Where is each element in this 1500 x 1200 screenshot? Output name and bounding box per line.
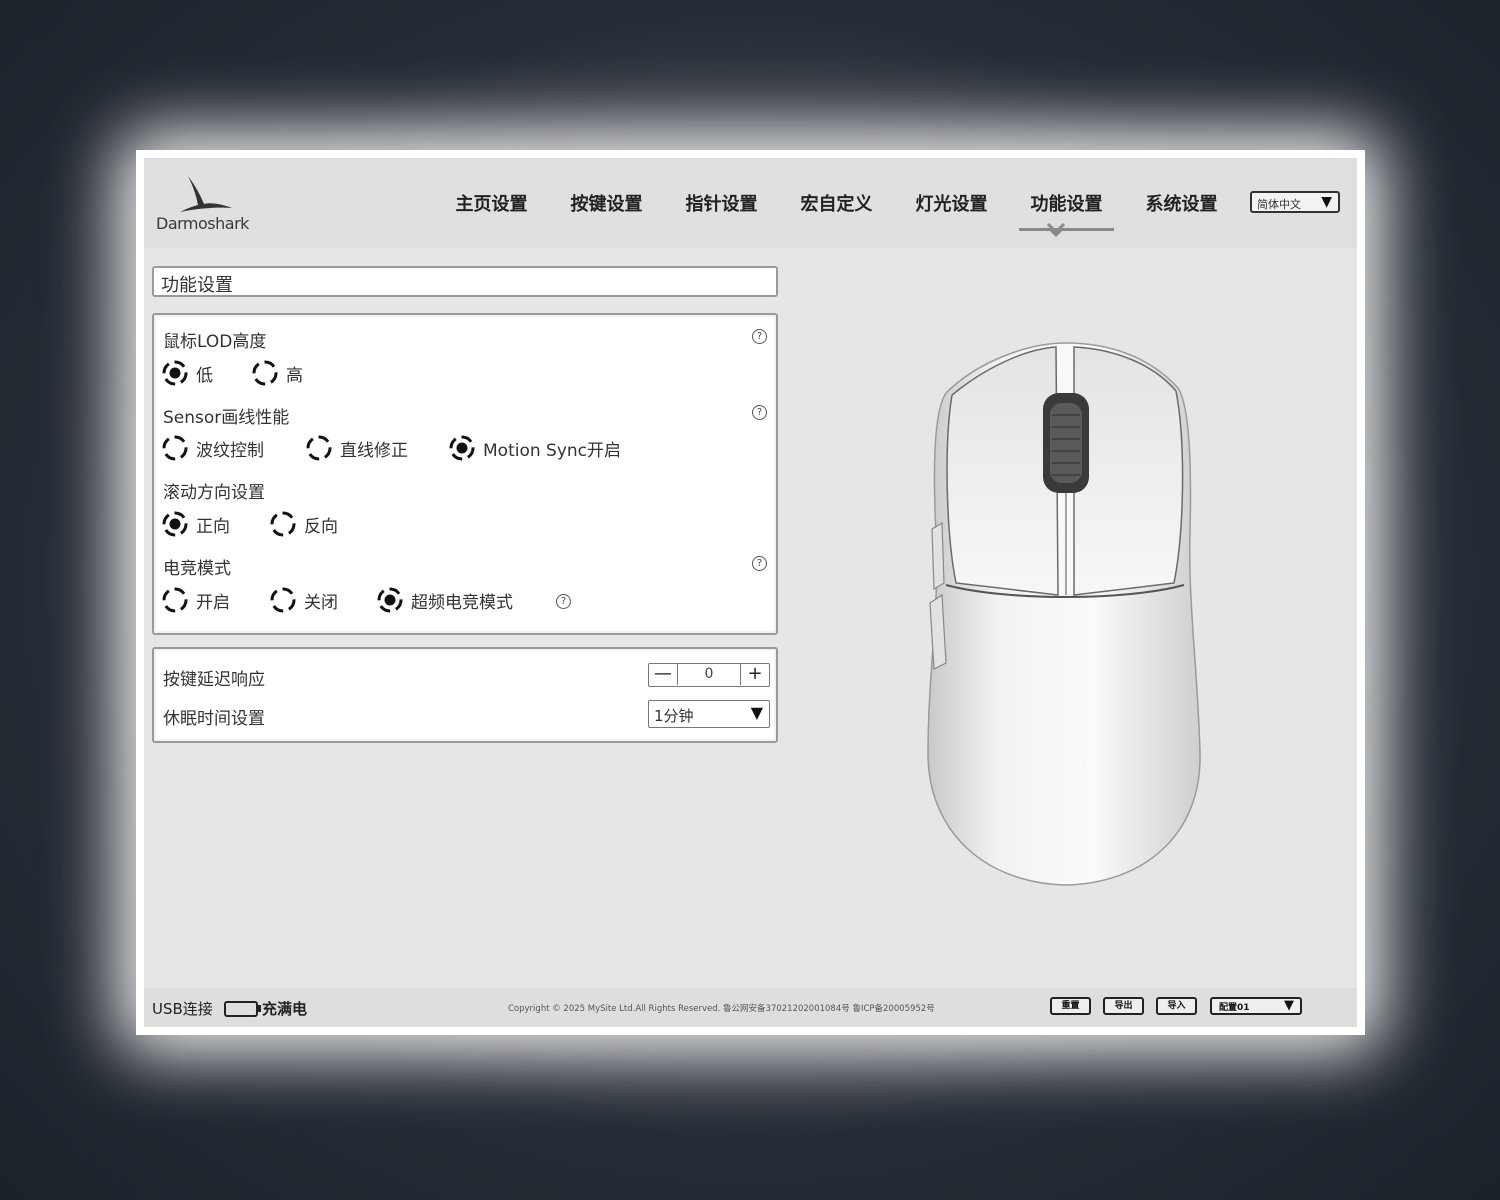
question-circle-icon[interactable]: ?: [556, 594, 571, 609]
main-nav: 主页设置 按键设置 指针设置 宏自定义 灯光设置 功能设置 系统设置: [434, 190, 1239, 231]
question-circle-icon[interactable]: ?: [752, 329, 767, 344]
radio-unselected-icon: [161, 434, 189, 462]
language-value: 简体中文: [1257, 198, 1301, 211]
nav-key-settings[interactable]: 按键设置: [549, 190, 664, 220]
lod-option-high[interactable]: 高: [251, 359, 303, 387]
page-title: 功能设置: [161, 275, 233, 296]
sleep-time-value: 1分钟: [654, 707, 694, 725]
sensor-option-ripple-label: 波纹控制: [196, 440, 264, 461]
function-options-card: 鼠标LOD高度 ? 低 高 Sensor画线性能 ? 波纹控制 直线修正 Mot…: [152, 313, 778, 635]
mouse-product-image: [927, 342, 1201, 886]
battery-tip: [258, 1005, 261, 1012]
copyright-text: Copyright © 2025 MySite Ltd.All Rights R…: [508, 1004, 935, 1014]
triangle-down-icon: ▼: [750, 703, 763, 722]
sensor-option-angle-snap[interactable]: 直线修正: [305, 434, 408, 462]
radio-selected-icon: [161, 359, 189, 387]
key-delay-label: 按键延迟响应: [163, 670, 265, 690]
radio-unselected-icon: [161, 586, 189, 614]
radio-unselected-icon: [269, 586, 297, 614]
radio-selected-icon: [161, 510, 189, 538]
lod-option-low-label: 低: [196, 365, 213, 386]
radio-selected-icon: [376, 586, 404, 614]
radio-selected-icon: [448, 434, 476, 462]
sensor-option-motion-sync-label: Motion Sync开启: [483, 440, 622, 461]
lod-option-high-label: 高: [286, 365, 303, 386]
question-circle-icon[interactable]: ?: [752, 556, 767, 571]
sleep-time-select[interactable]: 1分钟 ▼: [648, 700, 770, 728]
esports-option-off-label: 关闭: [304, 592, 338, 613]
radio-unselected-icon: [269, 510, 297, 538]
esports-option-on[interactable]: 开启: [161, 586, 230, 614]
battery-icon: [224, 1000, 258, 1017]
scroll-option-forward[interactable]: 正向: [161, 510, 230, 538]
triangle-down-icon: ▼: [1284, 998, 1294, 1013]
question-circle-icon[interactable]: ?: [752, 405, 767, 420]
scroll-option-forward-label: 正向: [196, 516, 230, 537]
battery-label: 充满电: [262, 1000, 308, 1018]
profile-select[interactable]: 配置01 ▼: [1210, 997, 1302, 1015]
active-tab-marker-icon: [1046, 222, 1066, 238]
radio-unselected-icon: [305, 434, 333, 462]
brand-logo[interactable]: Darmoshark: [156, 174, 256, 236]
sensor-option-ripple[interactable]: 波纹控制: [161, 434, 264, 462]
nav-pointer-settings[interactable]: 指针设置: [664, 190, 779, 220]
key-delay-stepper: — 0 +: [648, 663, 770, 687]
scroll-option-reverse-label: 反向: [304, 516, 338, 537]
reset-button[interactable]: 重置: [1050, 997, 1091, 1015]
brand-name: Darmoshark: [156, 214, 249, 233]
increment-button[interactable]: +: [740, 664, 769, 685]
lod-label: 鼠标LOD高度: [163, 332, 267, 352]
lod-option-low[interactable]: 低: [161, 359, 213, 387]
key-delay-value[interactable]: 0: [679, 664, 739, 685]
footer-bar: USB连接 充满电 Copyright © 2025 MySite Ltd.Al…: [144, 988, 1357, 1027]
app-content: Darmoshark 主页设置 按键设置 指针设置 宏自定义 灯光设置 功能设置…: [144, 158, 1357, 1027]
sensor-option-angle-snap-label: 直线修正: [340, 440, 408, 461]
sensor-label: Sensor画线性能: [163, 408, 290, 428]
connection-status: USB连接: [152, 1000, 213, 1018]
key-settings-card: 按键延迟响应 — 0 + 休眠时间设置 1分钟 ▼: [152, 647, 778, 743]
esports-option-off[interactable]: 关闭: [269, 586, 338, 614]
nav-system-settings[interactable]: 系统设置: [1124, 190, 1239, 220]
scroll-direction-label: 滚动方向设置: [163, 483, 265, 503]
decrement-button[interactable]: —: [649, 664, 678, 685]
nav-macro[interactable]: 宏自定义: [779, 190, 894, 220]
nav-function-settings[interactable]: 功能设置: [1009, 190, 1124, 231]
export-button[interactable]: 导出: [1103, 997, 1144, 1015]
app-window: Darmoshark 主页设置 按键设置 指针设置 宏自定义 灯光设置 功能设置…: [136, 150, 1365, 1035]
esports-option-overclock-label: 超频电竞模式: [411, 592, 513, 613]
import-button[interactable]: 导入: [1156, 997, 1197, 1015]
shark-fin-icon: [180, 176, 232, 212]
esports-option-overclock[interactable]: 超频电竞模式: [376, 586, 513, 614]
sleep-time-label: 休眠时间设置: [163, 709, 265, 729]
scroll-option-reverse[interactable]: 反向: [269, 510, 338, 538]
radio-unselected-icon: [251, 359, 279, 387]
battery-status: 充满电: [224, 998, 307, 1019]
esports-mode-label: 电竞模式: [163, 559, 231, 579]
header-bar: Darmoshark 主页设置 按键设置 指针设置 宏自定义 灯光设置 功能设置…: [144, 158, 1357, 248]
triangle-down-icon: ▼: [1321, 194, 1332, 210]
profile-value: 配置01: [1219, 1003, 1250, 1013]
page-title-box: 功能设置: [152, 266, 778, 297]
sensor-option-motion-sync[interactable]: Motion Sync开启: [448, 434, 621, 462]
nav-lighting-settings[interactable]: 灯光设置: [894, 190, 1009, 220]
nav-home-settings[interactable]: 主页设置: [434, 190, 549, 220]
esports-option-on-label: 开启: [196, 592, 230, 613]
language-select[interactable]: 简体中文 ▼: [1250, 191, 1340, 213]
